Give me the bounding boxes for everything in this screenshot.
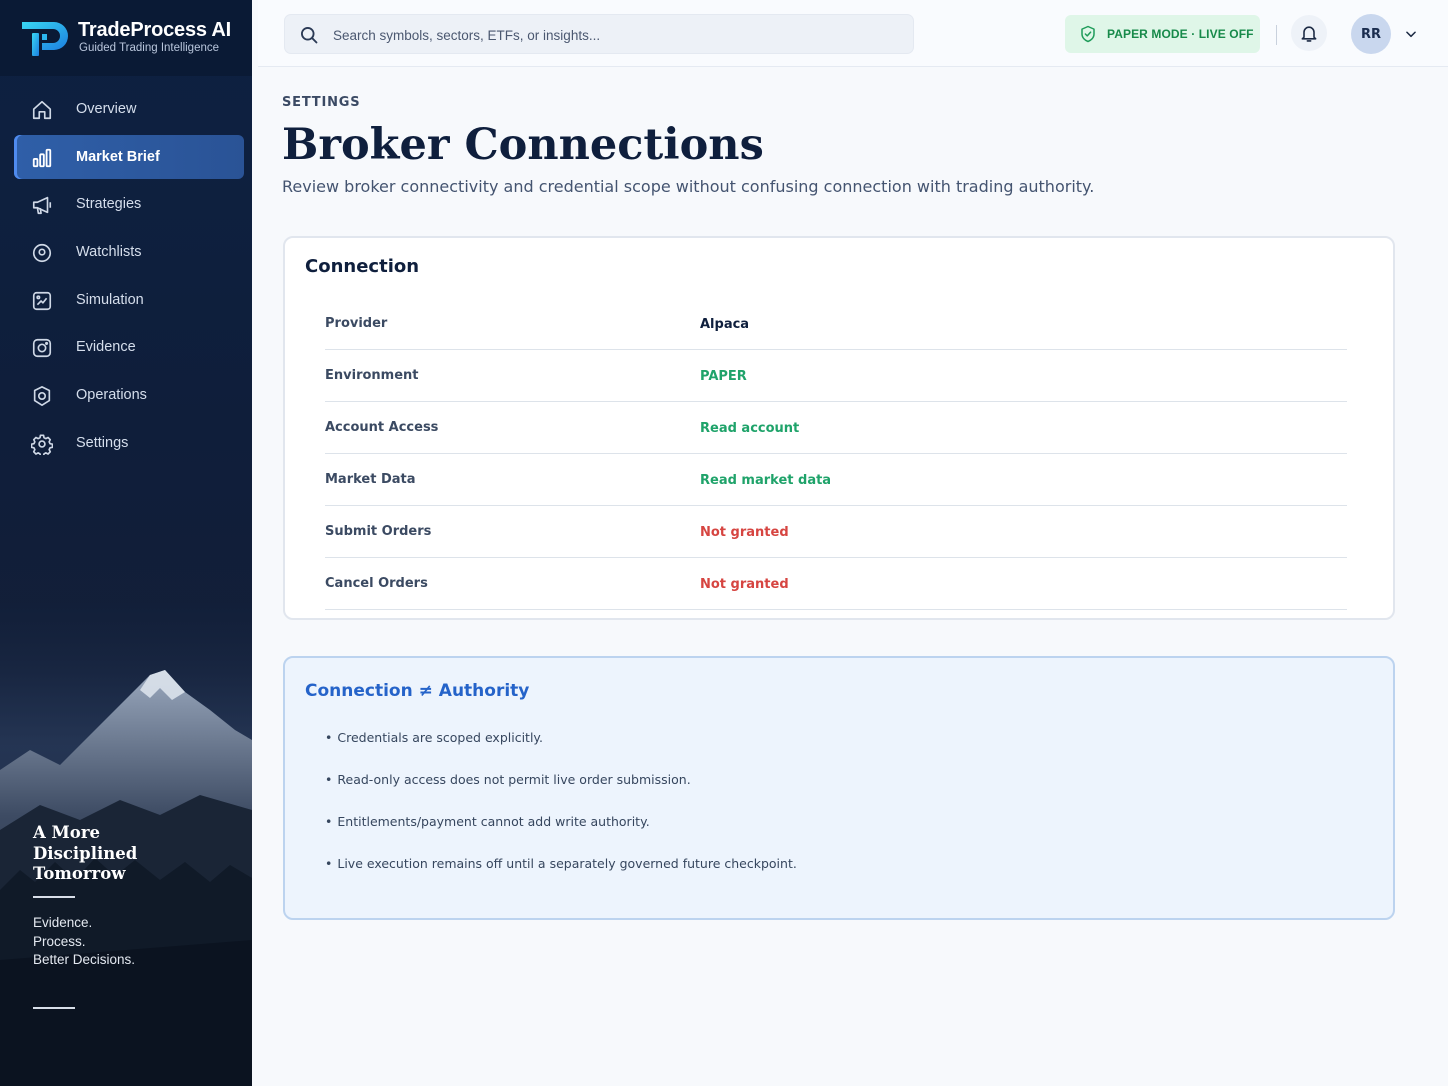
authority-note-card: Connection ≠ Authority Credentials are s… xyxy=(283,656,1395,920)
chart-square-icon xyxy=(31,290,53,312)
shield-check-icon xyxy=(1081,25,1095,43)
brand-bar: TradeProcess AI Guided Trading Intellige… xyxy=(0,0,252,76)
gear-icon xyxy=(30,433,54,457)
connection-details-table: Provider Alpaca Environment PAPER Accoun… xyxy=(325,298,1347,610)
shield-icon xyxy=(31,385,53,407)
brand-tagline: Guided Trading Intelligence xyxy=(79,42,220,54)
page-subtitle: Review broker connectivity and credentia… xyxy=(282,177,1095,196)
sidebar-item-label: Overview xyxy=(76,101,137,117)
promo-title-line: A More xyxy=(33,823,101,842)
brand-name: TradeProcess AI xyxy=(78,19,232,41)
sidebar-item-watchlists[interactable]: Watchlists xyxy=(14,230,244,274)
megaphone-icon xyxy=(31,194,53,216)
toolbar-divider xyxy=(1276,25,1277,45)
sidebar-item-label: Simulation xyxy=(76,291,144,308)
connection-card-title: Connection xyxy=(305,256,420,277)
sidebar-item-operations[interactable]: Operations xyxy=(14,373,244,417)
logo-icon xyxy=(22,22,68,56)
sidebar-item-simulation[interactable]: Simulation xyxy=(14,278,244,322)
bell-icon xyxy=(1301,26,1317,42)
sidebar-item-evidence[interactable]: Evidence xyxy=(14,325,244,369)
row-label: Market Data xyxy=(325,472,416,487)
sidebar-item-overview[interactable]: Overview xyxy=(14,87,244,131)
promo-line: Better Decisions. xyxy=(33,952,136,967)
avatar[interactable]: RR xyxy=(1351,14,1391,54)
camera-icon xyxy=(31,337,53,359)
promo-divider xyxy=(33,896,75,898)
sidebar-item-label: Evidence xyxy=(76,339,136,356)
sidebar-item-strategies[interactable]: Strategies xyxy=(14,182,244,226)
row-value: Alpaca xyxy=(700,317,750,332)
sidebar-item-label: Watchlists xyxy=(76,244,142,261)
row-label: Account Access xyxy=(325,420,439,435)
row-label: Environment xyxy=(325,368,419,383)
authority-points-list: Credentials are scoped explicitly. Read-… xyxy=(325,730,797,898)
search-bar[interactable] xyxy=(284,14,914,54)
page-title: Broker Connections xyxy=(282,120,764,170)
row-value: Not granted xyxy=(700,525,789,540)
sidebar: TradeProcess AI Guided Trading Intellige… xyxy=(0,0,252,1086)
row-value: PAPER xyxy=(700,369,747,384)
table-row: Cancel Orders Not granted xyxy=(325,558,1347,610)
sidebar-item-label: Market Brief xyxy=(76,148,160,165)
sidebar-item-settings[interactable]: Settings xyxy=(14,421,244,465)
sidebar-item-label: Settings xyxy=(76,434,129,451)
promo-title-line: Tomorrow xyxy=(33,864,126,883)
bar-chart-icon xyxy=(31,147,53,169)
sidebar-item-label: Strategies xyxy=(76,196,142,213)
mode-badge-label: PAPER MODE · LIVE OFF xyxy=(1107,27,1254,41)
promo-line: Process. xyxy=(33,934,86,949)
sidebar-item-label: Operations xyxy=(76,387,147,404)
table-row: Account Access Read account xyxy=(325,402,1347,454)
notifications-button[interactable] xyxy=(1291,15,1327,51)
home-icon xyxy=(31,99,53,121)
table-row: Submit Orders Not granted xyxy=(325,506,1347,558)
mode-status-badge: PAPER MODE · LIVE OFF xyxy=(1065,15,1260,53)
list-item: Entitlements/payment cannot add write au… xyxy=(325,814,797,856)
breadcrumb: SETTINGS xyxy=(282,95,361,110)
search-icon xyxy=(301,27,318,44)
promo-title-line: Disciplined xyxy=(33,843,138,863)
table-row: Market Data Read market data xyxy=(325,454,1347,506)
table-row: Environment PAPER xyxy=(325,350,1347,402)
promo-title: A More Disciplined Tomorrow xyxy=(33,823,233,885)
chevron-down-icon[interactable] xyxy=(1404,27,1418,41)
sidebar-item-market-brief[interactable]: Market Brief xyxy=(14,134,244,179)
row-value: Not granted xyxy=(700,577,789,592)
promo-divider xyxy=(33,1007,75,1009)
connection-card: Connection Provider Alpaca Environment P… xyxy=(283,236,1395,620)
row-label: Provider xyxy=(325,316,388,331)
authority-note-title: Connection ≠ Authority xyxy=(305,681,530,701)
search-input[interactable] xyxy=(333,24,893,46)
top-bar: PAPER MODE · LIVE OFF RR xyxy=(258,0,1448,67)
row-label: Cancel Orders xyxy=(325,576,428,591)
sidebar-nav: Overview Market Brief Strategies Watchli… xyxy=(14,87,244,469)
list-item: Read-only access does not permit live or… xyxy=(325,772,797,814)
table-row: Provider Alpaca xyxy=(325,298,1347,350)
row-value: Read account xyxy=(700,421,800,436)
map-pin-icon xyxy=(31,242,53,264)
row-label: Submit Orders xyxy=(325,524,432,539)
list-item: Live execution remains off until a separ… xyxy=(325,856,796,898)
list-item: Credentials are scoped explicitly. xyxy=(325,730,797,772)
promo-line: Evidence. xyxy=(33,915,93,930)
row-value: Read market data xyxy=(700,473,832,488)
